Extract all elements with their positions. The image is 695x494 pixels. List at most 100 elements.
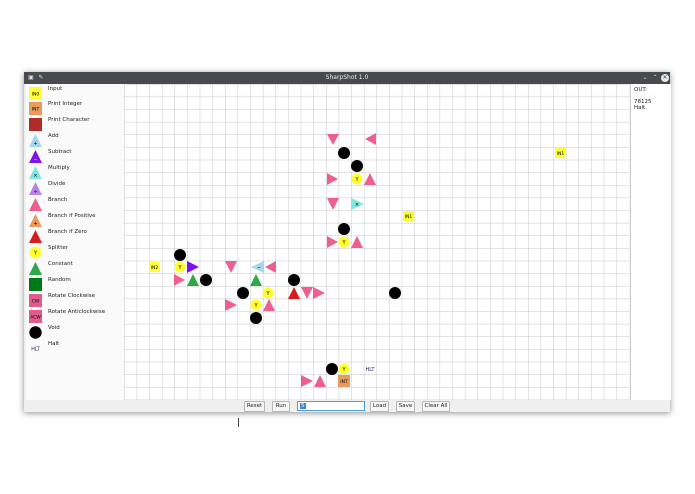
tool-item-print-integer[interactable]: INT Print Integer bbox=[26, 101, 124, 116]
tool-item-void[interactable]: Void bbox=[26, 325, 124, 340]
minimize-icon[interactable]: ⌄ bbox=[641, 74, 649, 82]
void-piece[interactable] bbox=[351, 160, 363, 172]
tool-label: Void bbox=[48, 325, 60, 331]
reset-button[interactable]: Reset bbox=[244, 401, 265, 412]
output-line: Halt. bbox=[634, 105, 647, 111]
branch-piece[interactable] bbox=[327, 198, 339, 210]
halt-icon: HLT bbox=[31, 347, 40, 353]
maximize-icon[interactable]: ⌃ bbox=[651, 74, 659, 82]
void-icon bbox=[29, 326, 42, 339]
void-piece[interactable] bbox=[338, 147, 350, 159]
tool-label: Splitter bbox=[48, 245, 68, 251]
void-piece[interactable] bbox=[174, 249, 186, 261]
input-label: IN2 bbox=[151, 265, 159, 271]
run-button[interactable]: Run bbox=[272, 401, 290, 412]
branch-piece[interactable] bbox=[364, 173, 376, 185]
svg-text:HLT: HLT bbox=[31, 347, 40, 353]
multiply-icon: × bbox=[29, 166, 42, 179]
branch-piece[interactable] bbox=[365, 133, 376, 145]
tool-item-subtract[interactable]: − Subtract bbox=[26, 149, 124, 164]
svg-text:+: + bbox=[33, 141, 37, 147]
void-piece[interactable] bbox=[200, 274, 212, 286]
branch-piece[interactable] bbox=[263, 299, 275, 311]
tool-item-constant[interactable]: Constant bbox=[26, 261, 124, 276]
branch-if-zero-piece[interactable] bbox=[288, 287, 300, 299]
branch-if-zero-icon bbox=[29, 230, 42, 243]
close-icon[interactable]: ✕ bbox=[661, 74, 669, 82]
tool-item-halt[interactable]: HLT Halt bbox=[26, 341, 124, 356]
input-value: 5 bbox=[300, 403, 306, 409]
tool-label: Rotate Anticlockwise bbox=[48, 309, 106, 315]
halt-piece[interactable]: HLT bbox=[366, 367, 376, 373]
splitter-icon: Y bbox=[29, 246, 42, 259]
void-piece[interactable] bbox=[237, 287, 249, 299]
print-character-icon bbox=[29, 118, 42, 131]
save-button[interactable]: Save bbox=[396, 401, 415, 412]
output-label: OUT: bbox=[634, 87, 647, 93]
branch-piece[interactable] bbox=[327, 173, 338, 185]
window-title: SharpShot 1.0 bbox=[325, 74, 369, 81]
constant-piece[interactable] bbox=[187, 274, 199, 286]
constant-piece[interactable] bbox=[250, 274, 262, 286]
branch-if-positive-icon: + bbox=[29, 214, 42, 227]
tool-item-branch[interactable]: Branch bbox=[26, 197, 124, 212]
svg-text:ACW: ACW bbox=[30, 315, 41, 321]
divide-icon: ÷ bbox=[29, 182, 42, 195]
tool-item-multiply[interactable]: × Multiply bbox=[26, 165, 124, 180]
void-piece[interactable] bbox=[389, 287, 401, 299]
rotate-anticlockwise-icon: ACW bbox=[29, 310, 42, 323]
app-icon: ▣ bbox=[28, 74, 34, 81]
subtract-piece[interactable] bbox=[187, 261, 199, 273]
void-piece[interactable] bbox=[326, 363, 338, 375]
tool-label: Branch if Zero bbox=[48, 229, 88, 235]
svg-text:IN0: IN0 bbox=[32, 92, 40, 98]
tool-item-branch-if-zero[interactable]: Branch if Zero bbox=[26, 229, 124, 244]
tool-item-input[interactable]: IN0 Input bbox=[26, 86, 124, 101]
void-piece[interactable] bbox=[338, 223, 350, 235]
branch-piece[interactable] bbox=[225, 261, 237, 273]
branch-piece[interactable] bbox=[314, 375, 326, 387]
void-piece[interactable] bbox=[288, 274, 300, 286]
tool-label: Subtract bbox=[48, 149, 72, 155]
svg-text:INT: INT bbox=[32, 107, 40, 113]
branch-piece[interactable] bbox=[327, 236, 338, 248]
branch-piece[interactable] bbox=[313, 287, 325, 299]
branch-piece[interactable] bbox=[265, 261, 276, 273]
tool-item-rotate-anticlockwise[interactable]: ACW Rotate Anticlockwise bbox=[26, 309, 124, 324]
svg-text:+: + bbox=[33, 221, 37, 227]
text-cursor-icon bbox=[238, 418, 239, 427]
tool-label: Divide bbox=[48, 181, 66, 187]
tool-label: Constant bbox=[48, 261, 73, 267]
input-label: IN1 bbox=[405, 214, 413, 220]
print-integer-label: INT bbox=[340, 379, 348, 385]
program-grid[interactable]: Y × Y IN1 IN1 IN2 Y − Y Y Y HLT INT bbox=[124, 84, 629, 400]
program-input-field[interactable]: 5 bbox=[297, 401, 365, 411]
control-bar: Reset Run 5 Load Save Clear All bbox=[24, 400, 670, 412]
branch-icon bbox=[29, 198, 42, 211]
svg-text:CW: CW bbox=[32, 299, 40, 305]
pin-icon[interactable]: ✎ bbox=[37, 74, 45, 82]
tool-item-splitter[interactable]: Y Splitter bbox=[26, 245, 124, 260]
svg-text:−: − bbox=[33, 157, 37, 163]
load-button[interactable]: Load bbox=[370, 401, 389, 412]
branch-piece[interactable] bbox=[327, 134, 339, 145]
void-piece[interactable] bbox=[250, 312, 262, 324]
tool-label: Multiply bbox=[48, 165, 70, 171]
tool-item-branch-if-positive[interactable]: + Branch if Positive bbox=[26, 213, 124, 228]
input-label: IN1 bbox=[557, 151, 565, 157]
branch-piece[interactable] bbox=[174, 274, 185, 286]
branch-piece[interactable] bbox=[351, 236, 363, 248]
tool-item-divide[interactable]: ÷ Divide bbox=[26, 181, 124, 196]
tool-item-random[interactable]: Random bbox=[26, 277, 124, 292]
svg-text:×: × bbox=[33, 173, 37, 179]
tool-label: Branch if Positive bbox=[48, 213, 96, 219]
branch-piece[interactable] bbox=[301, 375, 313, 387]
svg-text:÷: ÷ bbox=[33, 189, 37, 195]
tool-item-add[interactable]: + Add bbox=[26, 133, 124, 148]
branch-piece[interactable] bbox=[301, 287, 313, 299]
branch-piece[interactable] bbox=[225, 299, 237, 311]
tool-label: Add bbox=[48, 133, 59, 139]
tool-item-rotate-clockwise[interactable]: CW Rotate Clockwise bbox=[26, 293, 124, 308]
clear-all-button[interactable]: Clear All bbox=[422, 401, 450, 412]
tool-item-print-character[interactable]: Print Character bbox=[26, 117, 124, 132]
